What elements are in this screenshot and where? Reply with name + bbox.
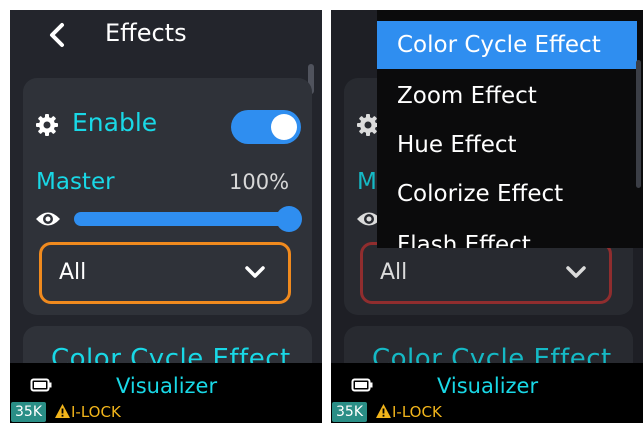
status-bar: Visualizer 35K I-LOCK xyxy=(331,363,643,423)
status-title: Visualizer xyxy=(437,374,539,398)
battery-icon xyxy=(30,378,52,392)
menu-item-colorize[interactable]: Colorize Effect xyxy=(377,170,637,218)
menu-item-hue[interactable]: Hue Effect xyxy=(377,121,637,169)
sample-rate-badge: 35K xyxy=(11,402,46,422)
effect-filter-dropdown[interactable]: All xyxy=(39,242,291,304)
status-bar: Visualizer 35K I-LOCK xyxy=(10,363,322,423)
toggle-knob xyxy=(271,114,297,140)
master-label: Master xyxy=(36,169,115,195)
gear-icon xyxy=(36,114,58,136)
warning-icon xyxy=(376,404,391,418)
menu-item-label: Hue Effect xyxy=(397,132,517,158)
menu-item-label: Colorize Effect xyxy=(397,181,564,207)
page-title: Effects xyxy=(105,19,187,47)
enable-toggle[interactable] xyxy=(231,110,301,144)
dropdown-value: All xyxy=(59,260,87,285)
menu-item-label: Color Cycle Effect xyxy=(397,32,601,58)
lock-label: I-LOCK xyxy=(392,403,442,421)
effects-screen-menu-open: Master All Color Cycle Effect Color Cycl… xyxy=(331,10,643,423)
header: Effects xyxy=(10,10,322,60)
lock-label: I-LOCK xyxy=(71,403,121,421)
menu-item-zoom[interactable]: Zoom Effect xyxy=(377,72,637,120)
master-slider-track[interactable] xyxy=(74,212,299,226)
menu-item-label: Zoom Effect xyxy=(397,83,537,109)
master-value: 100% xyxy=(229,170,290,194)
menu-item-label: Flash Effect xyxy=(397,232,531,248)
menu-scrollbar[interactable] xyxy=(636,60,641,188)
enable-label: Enable xyxy=(72,108,158,137)
menu-item-flash[interactable]: Flash Effect xyxy=(377,221,637,248)
warning-icon xyxy=(55,404,70,418)
status-title: Visualizer xyxy=(116,374,218,398)
effects-screen: Effects Enable Master 100% All Color Cyc… xyxy=(10,10,322,423)
master-slider-thumb[interactable] xyxy=(276,206,302,232)
battery-icon xyxy=(351,378,373,392)
eye-icon xyxy=(36,212,60,226)
effect-dropdown-menu: Color Cycle Effect Zoom Effect Hue Effec… xyxy=(377,10,643,248)
menu-item-color-cycle[interactable]: Color Cycle Effect xyxy=(377,21,637,69)
sample-rate-badge: 35K xyxy=(332,402,367,422)
chevron-left-icon[interactable] xyxy=(46,22,68,48)
chevron-down-icon xyxy=(245,266,265,278)
